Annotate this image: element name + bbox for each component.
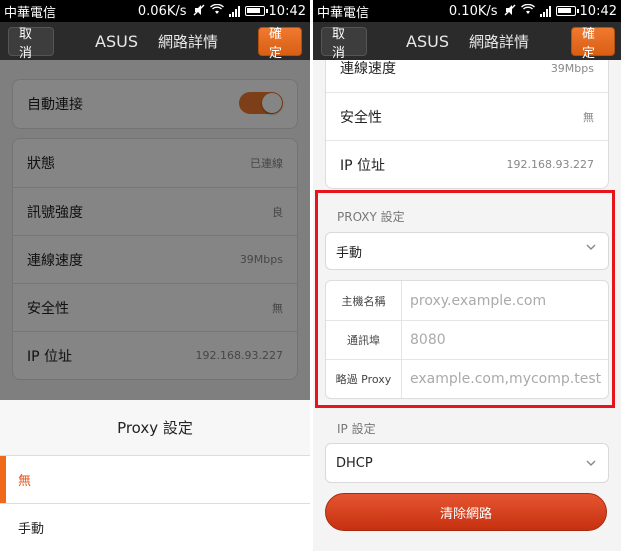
confirm-button[interactable]: 確定 [571,27,615,61]
chevron-down-icon [586,460,596,466]
page-title: ASUS 網路詳情 [95,22,218,60]
title-text: 網路詳情 [468,32,529,51]
ip-section-label: IP 設定 [337,422,376,436]
proxy-option-none[interactable]: 無 [0,456,310,504]
page-title: ASUS 網路詳情 [406,22,529,60]
carrier-name: 中華電信 [317,5,370,21]
battery-icon [244,6,268,16]
detail-value: 無 [583,110,594,124]
network-ssid: ASUS [406,31,449,51]
network-ssid: ASUS [95,31,138,51]
wifi-icon [209,3,224,18]
detail-value: 39Mbps [550,61,594,75]
title-bar-overlay: 取消 ASUS 網路詳情 確定 [313,22,621,61]
ip-mode-select[interactable]: DHCP [325,443,609,483]
title-bar: 取消 ASUS 網路詳情 確定 [0,22,310,61]
status-bar: 中華電信 0.06K/s 10:42 [0,0,310,22]
battery-icon [555,6,579,16]
mute-icon [504,4,516,19]
clock: 10:42 [579,3,617,19]
detail-row-ip: IP 位址 192.168.93.227 [326,140,608,188]
signal-icon [228,5,240,17]
proxy-option-manual[interactable]: 手動 [0,504,310,551]
proxy-highlight-box [315,190,615,408]
clear-network-button[interactable]: 清除網路 [325,493,607,531]
right-screen: 中華電信 0.10K/s 10:42 取消 ASUS 網路詳情 確定 連線速度 … [313,0,621,551]
title-text: 網路詳情 [157,32,218,51]
proxy-bottom-sheet: Proxy 設定 無 手動 [0,400,310,551]
detail-label: 安全性 [340,109,382,126]
detail-label: 連線速度 [340,61,396,77]
network-speed: 0.10K/s [448,3,498,19]
carrier-name: 中華電信 [4,5,57,21]
ip-mode-value: DHCP [336,455,373,471]
detail-row-security: 安全性 無 [326,92,608,140]
left-screen: 中華電信 0.06K/s 10:42 取消 ASUS 網路詳情 確定 自動連接 … [0,0,310,551]
network-speed: 0.06K/s [137,3,187,19]
wifi-icon [520,3,535,18]
status-bar-overlay: 中華電信 0.10K/s 10:42 [313,0,621,22]
detail-label: IP 位址 [340,157,386,174]
cancel-button[interactable]: 取消 [321,27,367,61]
sheet-title: Proxy 設定 [0,400,310,456]
mute-icon [193,4,205,19]
clock: 10:42 [268,3,306,19]
details-card: 連線速度 39Mbps 安全性 無 IP 位址 192.168.93.227 [325,43,609,189]
cancel-button[interactable]: 取消 [8,27,54,61]
confirm-button[interactable]: 確定 [258,27,302,61]
signal-icon [539,5,551,17]
detail-value: 192.168.93.227 [506,158,594,171]
modal-overlay[interactable] [0,60,310,400]
